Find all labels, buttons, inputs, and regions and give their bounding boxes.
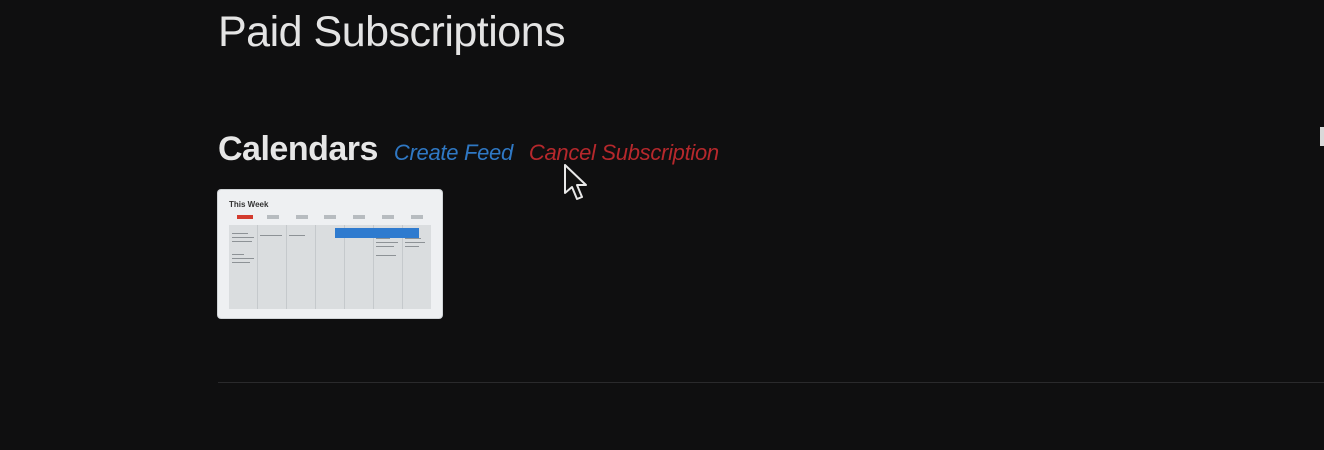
event-text-line bbox=[376, 255, 396, 256]
thumbnail-title: This Week bbox=[229, 200, 269, 209]
event-text-line bbox=[232, 262, 250, 263]
today-marker bbox=[237, 215, 253, 219]
paid-subscriptions-page: Paid Subscriptions Calendars Create Feed… bbox=[0, 0, 1324, 450]
grid-column-line bbox=[286, 225, 287, 309]
event-text-line bbox=[232, 241, 252, 242]
section-divider bbox=[218, 382, 1324, 383]
event-text-line bbox=[376, 238, 390, 239]
day-header bbox=[296, 215, 308, 219]
cancel-subscription-link[interactable]: Cancel Subscription bbox=[529, 140, 719, 166]
calendars-section-title: Calendars bbox=[218, 130, 378, 168]
event-text-line bbox=[232, 258, 254, 259]
day-header bbox=[411, 215, 423, 219]
edge-scroll-marker bbox=[1320, 127, 1324, 146]
event-text-line bbox=[232, 254, 244, 255]
day-header bbox=[353, 215, 365, 219]
thumbnail-event-block bbox=[335, 228, 419, 238]
event-text-line bbox=[376, 242, 398, 243]
calendar-thumbnail[interactable]: This Week bbox=[218, 190, 442, 318]
event-text-line bbox=[376, 246, 394, 247]
event-text-line bbox=[232, 237, 254, 238]
event-text-line bbox=[405, 238, 421, 239]
calendars-section-header: Calendars Create Feed Cancel Subscriptio… bbox=[218, 130, 719, 174]
create-feed-link[interactable]: Create Feed bbox=[394, 140, 513, 166]
event-text-line bbox=[405, 242, 425, 243]
event-text-line bbox=[260, 235, 282, 236]
grid-column-line bbox=[257, 225, 258, 309]
event-text-line bbox=[232, 233, 248, 234]
thumbnail-day-headers bbox=[229, 215, 431, 221]
grid-column-line bbox=[315, 225, 316, 309]
day-header bbox=[324, 215, 336, 219]
day-header bbox=[382, 215, 394, 219]
day-header bbox=[267, 215, 279, 219]
page-title: Paid Subscriptions bbox=[218, 8, 566, 56]
event-text-line bbox=[289, 235, 305, 236]
event-text-line bbox=[405, 246, 419, 247]
